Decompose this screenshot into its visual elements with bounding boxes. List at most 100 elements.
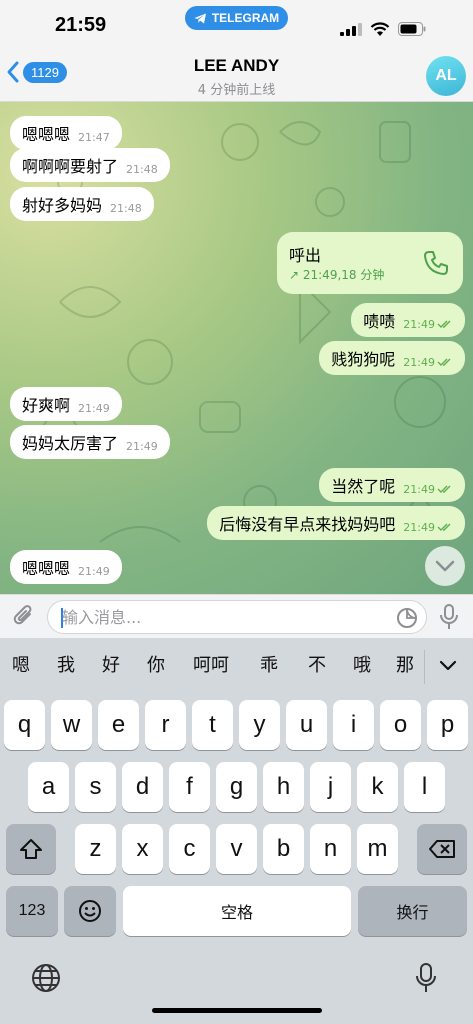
call-message[interactable]: 呼出 ↗ 21:49,18 分钟 — [277, 232, 463, 294]
attach-icon[interactable] — [12, 604, 36, 630]
scroll-to-bottom-button[interactable] — [425, 546, 465, 586]
message-text: 啧啧 — [363, 312, 396, 331]
home-indicator[interactable] — [152, 1008, 322, 1013]
candidate-word[interactable]: 哦 — [338, 651, 386, 677]
message-time: 21:49 — [403, 355, 435, 369]
chat-title[interactable]: LEE ANDY — [0, 56, 473, 76]
incoming-message[interactable]: 妈妈太厉害了 21:49 — [10, 425, 170, 459]
message-text: 啊啊啊要射了 — [22, 157, 119, 176]
expand-candidates-button[interactable] — [430, 650, 466, 680]
outgoing-message[interactable]: 后悔没有早点来找妈妈吧 21:49 — [207, 506, 465, 540]
key-o[interactable]: o — [380, 700, 421, 750]
message-text: 射好多妈妈 — [22, 196, 103, 215]
delete-key[interactable] — [417, 824, 467, 874]
message-text: 好爽啊 — [22, 396, 71, 415]
incoming-message[interactable]: 嗯嗯嗯 21:47 — [10, 116, 122, 150]
incoming-message[interactable]: 啊啊啊要射了 21:48 — [10, 148, 170, 182]
return-key[interactable]: 换行 — [358, 886, 467, 936]
key-x[interactable]: x — [122, 824, 163, 874]
key-k[interactable]: k — [357, 762, 398, 812]
phone-icon[interactable] — [423, 250, 449, 276]
candidate-word[interactable]: 你 — [132, 651, 180, 677]
sticker-icon[interactable] — [396, 607, 418, 629]
candidate-word[interactable]: 呵呵 — [180, 651, 242, 677]
key-w[interactable]: w — [51, 700, 92, 750]
key-c[interactable]: c — [169, 824, 210, 874]
candidate-word[interactable]: 那 — [386, 651, 424, 677]
key-q[interactable]: q — [4, 700, 45, 750]
message-list[interactable]: 嗯嗯嗯 21:47 啊啊啊要射了 21:48 射好多妈妈 21:48 呼出 ↗ 21:49,1… — [0, 102, 473, 594]
candidate-word[interactable]: 嗯 — [0, 651, 42, 677]
key-m[interactable]: m — [357, 824, 398, 874]
message-time: 21:49 — [78, 401, 110, 415]
key-v[interactable]: v — [216, 824, 257, 874]
incoming-message[interactable]: 嗯嗯嗯 21:49 — [10, 550, 122, 584]
read-checkmarks-icon — [437, 320, 451, 328]
call-message-meta: ↗ 21:49,18 分钟 — [289, 268, 385, 282]
key-p[interactable]: p — [427, 700, 468, 750]
candidate-word[interactable]: 不 — [296, 651, 338, 677]
space-key[interactable]: 空格 — [123, 886, 351, 936]
key-j[interactable]: j — [310, 762, 351, 812]
shift-icon — [20, 839, 42, 859]
message-time: 21:48 — [126, 162, 158, 176]
candidate-word[interactable]: 乖 — [242, 651, 296, 677]
wifi-icon — [370, 21, 390, 36]
telegram-chat-screen: 21:59 TELEGRAM 1129 LEE ANDY 4 分钟前上线 AL … — [0, 0, 473, 1024]
message-time: 21:48 — [110, 201, 142, 215]
voice-message-icon[interactable] — [439, 603, 459, 631]
candidate-word[interactable]: 好 — [90, 651, 132, 677]
message-time: 21:49 — [126, 439, 158, 453]
message-time: 21:49 — [403, 520, 435, 534]
key-f[interactable]: f — [169, 762, 210, 812]
status-bar: 21:59 TELEGRAM — [0, 0, 473, 50]
outgoing-message[interactable]: 当然了呢 21:49 — [319, 468, 465, 502]
key-t[interactable]: t — [192, 700, 233, 750]
outgoing-message[interactable]: 啧啧 21:49 — [351, 303, 465, 337]
system-icons — [340, 20, 426, 38]
message-input-wrapper — [47, 600, 427, 634]
key-a[interactable]: a — [28, 762, 69, 812]
key-u[interactable]: u — [286, 700, 327, 750]
message-input[interactable] — [48, 601, 368, 633]
emoji-key[interactable] — [64, 886, 116, 936]
message-text: 嗯嗯嗯 — [22, 125, 71, 144]
key-d[interactable]: d — [122, 762, 163, 812]
key-l[interactable]: l — [404, 762, 445, 812]
telegram-pill[interactable]: TELEGRAM — [185, 6, 288, 30]
key-y[interactable]: y — [239, 700, 280, 750]
key-g[interactable]: g — [216, 762, 257, 812]
incoming-message[interactable]: 射好多妈妈 21:48 — [10, 187, 154, 221]
dictation-mic-icon[interactable] — [414, 962, 438, 994]
key-b[interactable]: b — [263, 824, 304, 874]
message-text: 当然了呢 — [331, 477, 396, 496]
key-z[interactable]: z — [75, 824, 116, 874]
emoji-icon — [79, 900, 101, 922]
message-text: 妈妈太厉害了 — [22, 434, 119, 453]
chevron-down-icon — [439, 660, 457, 670]
battery-icon — [398, 22, 426, 36]
read-checkmarks-icon — [437, 358, 451, 366]
candidate-word[interactable]: 我 — [42, 651, 90, 677]
read-checkmarks-icon — [437, 485, 451, 493]
incoming-message[interactable]: 好爽啊 21:49 — [10, 387, 122, 421]
message-text: 嗯嗯嗯 — [22, 559, 71, 578]
key-h[interactable]: h — [263, 762, 304, 812]
keyboard: 嗯我好你呵呵乖不哦那 qwertyuiop asdfghjkl zxcvbnm 12… — [0, 638, 473, 1024]
key-n[interactable]: n — [310, 824, 351, 874]
message-time: 21:49 — [78, 564, 110, 578]
globe-icon[interactable] — [30, 962, 62, 994]
backspace-icon — [429, 840, 455, 858]
key-r[interactable]: r — [145, 700, 186, 750]
avatar[interactable]: AL — [426, 56, 466, 96]
message-time: 21:47 — [78, 130, 110, 144]
key-e[interactable]: e — [98, 700, 139, 750]
candidate-bar: 嗯我好你呵呵乖不哦那 — [0, 638, 473, 690]
key-s[interactable]: s — [75, 762, 116, 812]
message-text: 贱狗狗呢 — [331, 350, 396, 369]
outgoing-message[interactable]: 贱狗狗呢 21:49 — [319, 341, 465, 375]
key-i[interactable]: i — [333, 700, 374, 750]
shift-key[interactable] — [6, 824, 56, 874]
numbers-key[interactable]: 123 — [6, 886, 58, 936]
cellular-signal-icon — [340, 23, 362, 36]
